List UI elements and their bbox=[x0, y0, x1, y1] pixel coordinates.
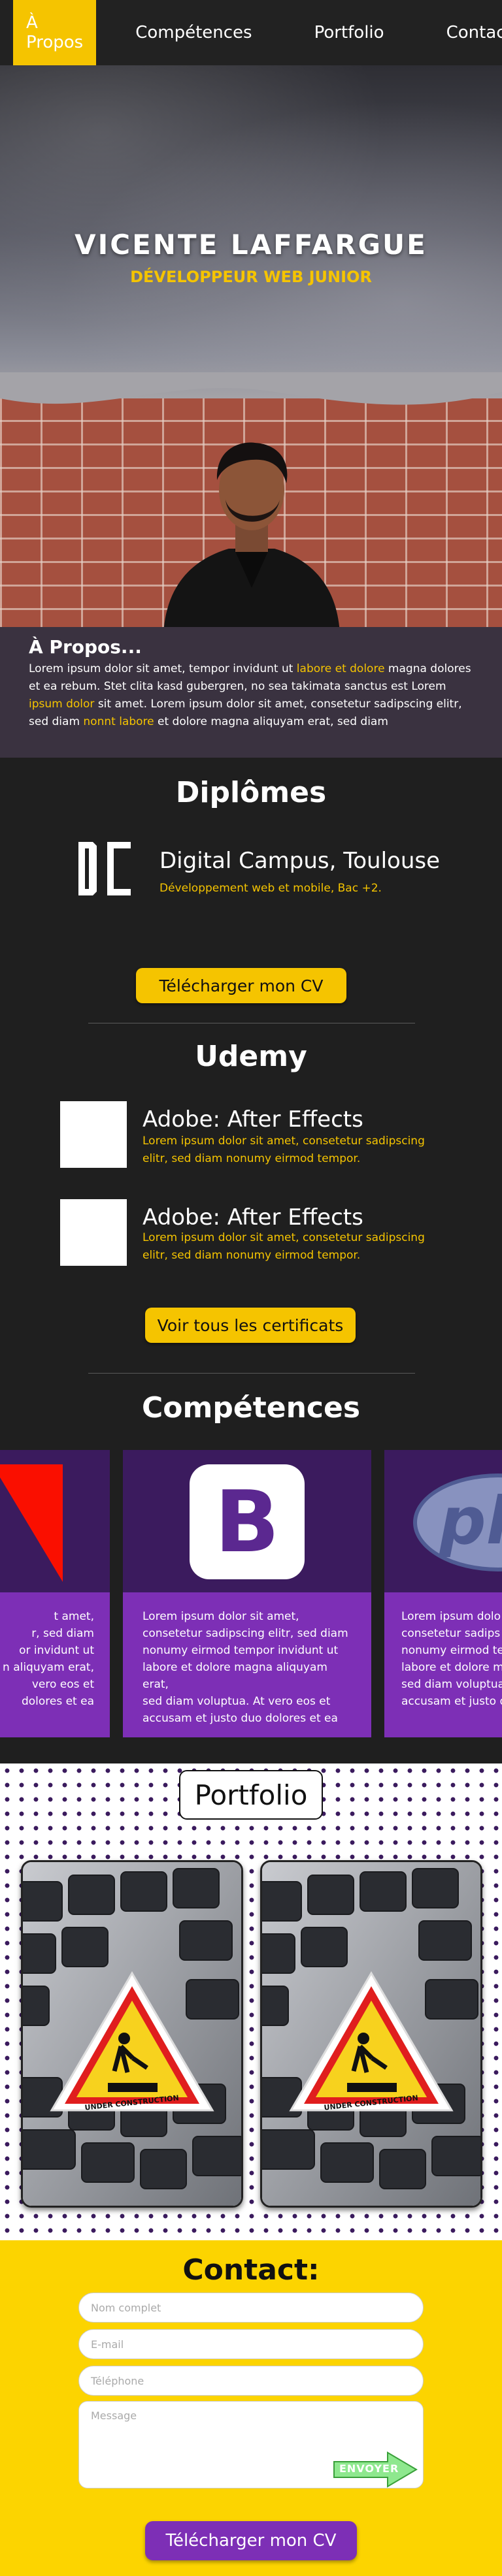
degree-description: Développement web et mobile, Bac +2. bbox=[159, 882, 382, 895]
nav-link-a-propos[interactable]: À Propos bbox=[13, 0, 97, 65]
about-section: À Propos... Lorem ipsum dolor sit amet, … bbox=[0, 627, 502, 758]
phone-field[interactable]: Téléphone bbox=[78, 2366, 424, 2396]
certificate-title: Adobe: After Effects bbox=[142, 1106, 363, 1133]
top-navbar: À Propos Compétences Portfolio Contact bbox=[0, 0, 502, 65]
under-construction-image: UNDER CONSTRUCTION bbox=[262, 1862, 480, 2206]
hero-section: VICENTE LAFFARGUE DÉVELOPPEUR WEB JUNIOR bbox=[0, 65, 502, 627]
email-field[interactable]: E-mail bbox=[78, 2329, 424, 2359]
skills-carousel[interactable]: t amet, r, sed diam or invidunt ut n ali… bbox=[0, 1450, 502, 1737]
view-all-certificates-button[interactable]: Voir tous les certificats bbox=[145, 1308, 356, 1343]
card-logo-area: ph bbox=[384, 1450, 502, 1592]
under-construction-image: UNDER CONSTRUCTION bbox=[23, 1862, 241, 2206]
school-name: Digital Campus, Toulouse bbox=[159, 848, 441, 874]
download-cv-button-contact[interactable]: Télécharger mon CV bbox=[145, 2521, 357, 2560]
certificate-image bbox=[60, 1101, 127, 1168]
message-placeholder: Message bbox=[91, 2409, 137, 2422]
download-cv-button[interactable]: Télécharger mon CV bbox=[136, 968, 346, 1003]
contact-title: Contact: bbox=[182, 2253, 320, 2287]
certificate-image bbox=[60, 1199, 127, 1266]
card-text: Lorem ipsum dolor sit amet, consetetur s… bbox=[123, 1592, 371, 1737]
certificate-title: Adobe: After Effects bbox=[142, 1204, 363, 1231]
diplomes-title: Diplômes bbox=[175, 776, 327, 809]
profile-photo bbox=[164, 442, 339, 627]
name-field[interactable]: Nom complet bbox=[78, 2293, 424, 2323]
php-text: ph bbox=[439, 1483, 502, 1559]
udemy-title: Udemy bbox=[195, 1040, 307, 1073]
certificate-description: Lorem ipsum dolor sit amet, consetetur s… bbox=[142, 1135, 425, 1165]
card-logo-area bbox=[0, 1450, 110, 1592]
nav-link-competences[interactable]: Compétences bbox=[122, 0, 265, 65]
card-text: Lorem ipsum dolo consetetur sadips nonum… bbox=[384, 1592, 502, 1737]
bootstrap-icon: B bbox=[190, 1464, 305, 1579]
skill-card-php[interactable]: ph Lorem ipsum dolo consetetur sadips no… bbox=[384, 1450, 502, 1737]
certificate-description: Lorem ipsum dolor sit amet, consetetur s… bbox=[142, 1231, 425, 1262]
adobe-icon bbox=[0, 1464, 63, 1582]
hero-subtitle: DÉVELOPPEUR WEB JUNIOR bbox=[130, 268, 372, 286]
nav-link-portfolio[interactable]: Portfolio bbox=[301, 0, 397, 65]
php-icon: ph bbox=[413, 1473, 502, 1571]
contact-section: Contact: Nom complet E-mail Téléphone Me… bbox=[0, 2240, 502, 2576]
about-text: Lorem ipsum dolor sit amet, tempor invid… bbox=[29, 662, 471, 728]
digital-campus-logo bbox=[78, 842, 131, 895]
portfolio-card[interactable]: UNDER CONSTRUCTION bbox=[260, 1860, 482, 2208]
skill-card-adobe[interactable]: t amet, r, sed diam or invidunt ut n ali… bbox=[0, 1450, 110, 1737]
card-logo-area: B bbox=[123, 1450, 371, 1592]
section-divider bbox=[88, 1373, 415, 1374]
portfolio-card[interactable]: UNDER CONSTRUCTION bbox=[21, 1860, 243, 2208]
hero-name: VICENTE LAFFARGUE bbox=[75, 229, 427, 261]
nav-link-contact[interactable]: Contact bbox=[433, 0, 502, 65]
card-text: t amet, r, sed diam or invidunt ut n ali… bbox=[0, 1592, 110, 1737]
skill-card-bootstrap[interactable]: B Lorem ipsum dolor sit amet, consetetur… bbox=[123, 1450, 371, 1737]
about-title: À Propos... bbox=[29, 636, 142, 658]
message-field[interactable]: Message ENVOYER bbox=[78, 2401, 424, 2488]
skills-title: Compétences bbox=[141, 1391, 361, 1425]
send-button-label[interactable]: ENVOYER bbox=[339, 2462, 399, 2475]
portfolio-title: Portfolio bbox=[179, 1770, 323, 1820]
